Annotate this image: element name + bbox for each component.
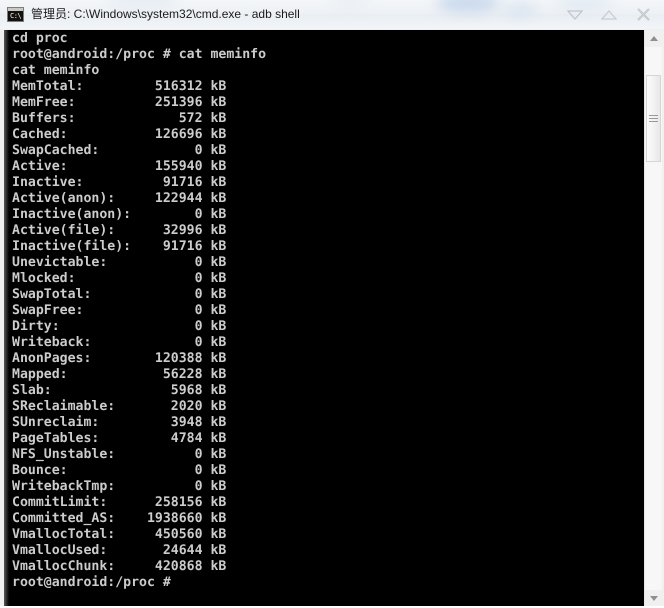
terminal-output-area[interactable]: cd proc root@android:/proc # cat meminfo… xyxy=(4,30,646,606)
close-button[interactable] xyxy=(626,4,660,26)
console-inner-shadow xyxy=(4,30,9,606)
title-bar-left: C:\ 管理员: C:\Windows\system32\cmd.exe - a… xyxy=(7,0,300,29)
close-icon xyxy=(636,8,650,21)
scroll-up-button[interactable] xyxy=(645,30,662,47)
caret-up-icon xyxy=(649,36,658,41)
window-title: 管理员: C:\Windows\system32\cmd.exe - adb s… xyxy=(31,7,300,21)
scrollbar-track[interactable] xyxy=(645,47,662,590)
glass-reflection xyxy=(436,0,500,12)
scrollbar-grip-icon xyxy=(649,115,658,122)
console-client-area: cd proc root@android:/proc # cat meminfo… xyxy=(0,29,664,608)
icon-titlebar-strip xyxy=(8,8,23,11)
maximize-button[interactable] xyxy=(592,4,626,26)
glass-reflection xyxy=(504,2,538,16)
title-bar[interactable]: C:\ 管理员: C:\Windows\system32\cmd.exe - a… xyxy=(0,0,664,29)
vertical-scrollbar[interactable] xyxy=(644,30,662,607)
glass-reflection xyxy=(330,0,370,6)
scroll-down-button[interactable] xyxy=(645,590,662,607)
icon-prompt-glyph: C:\ xyxy=(10,12,22,20)
scrollbar-thumb[interactable] xyxy=(646,75,661,162)
triangle-down-icon xyxy=(567,9,583,20)
window-controls xyxy=(558,0,660,29)
cmd-window: C:\ 管理员: C:\Windows\system32\cmd.exe - a… xyxy=(0,0,664,608)
terminal-text: cd proc root@android:/proc # cat meminfo… xyxy=(12,31,267,590)
triangle-up-icon xyxy=(601,9,617,20)
caret-down-icon xyxy=(649,596,658,601)
cmd-prompt-icon[interactable]: C:\ xyxy=(7,7,24,22)
minimize-button[interactable] xyxy=(558,4,592,26)
